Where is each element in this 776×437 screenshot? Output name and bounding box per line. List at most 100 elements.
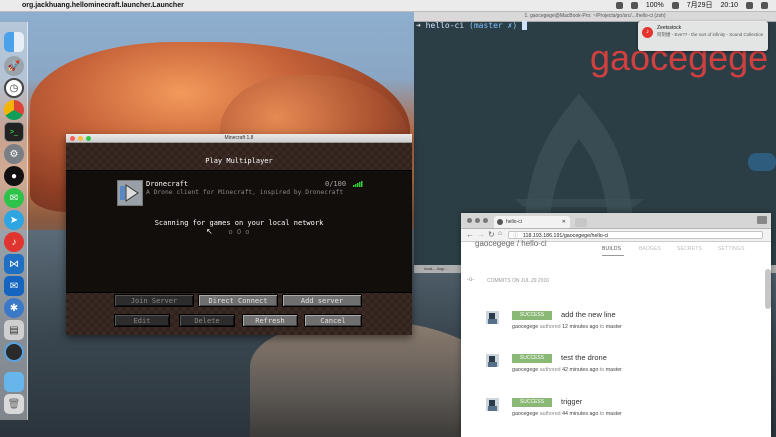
- minimize-window-button[interactable]: [78, 136, 83, 141]
- commit-row[interactable]: SUCCESS trigger gaocegege authored 44 mi…: [486, 397, 746, 428]
- qq-icon[interactable]: ●: [4, 166, 24, 186]
- browser-tab-title: hello-ci: [506, 219, 522, 225]
- server-play-icon[interactable]: [117, 180, 143, 206]
- terminal-icon[interactable]: >_: [4, 122, 24, 142]
- commit-graph-icon: -o-: [467, 277, 475, 283]
- close-window-button[interactable]: [70, 136, 75, 141]
- join-server-button[interactable]: Join Server: [114, 294, 194, 307]
- minimize-window-button[interactable]: [475, 218, 480, 223]
- commit-authored: authored: [539, 367, 561, 373]
- commit-to: to: [599, 367, 605, 373]
- active-tab-indicator: [602, 255, 624, 256]
- wifi-icon[interactable]: [615, 2, 623, 9]
- telegram-icon[interactable]: ➤: [4, 210, 24, 230]
- commit-authored: authored: [539, 324, 561, 330]
- delete-button[interactable]: Delete: [179, 314, 235, 327]
- commit-message[interactable]: trigger: [561, 397, 582, 406]
- volume-icon[interactable]: [630, 2, 638, 9]
- finder-icon[interactable]: [4, 32, 24, 52]
- close-window-button[interactable]: [467, 218, 472, 223]
- profile-icon[interactable]: [757, 216, 767, 224]
- trash-icon[interactable]: 🗑: [4, 394, 24, 414]
- zoom-window-button[interactable]: [86, 136, 91, 141]
- commit-author: gaocegege: [512, 367, 539, 373]
- commit-time: 12 minutes ago: [562, 324, 599, 330]
- edit-button[interactable]: Edit: [114, 314, 170, 327]
- commit-message[interactable]: test the drone: [561, 353, 607, 362]
- zoom-window-button[interactable]: [483, 218, 488, 223]
- terminal-cursor: _: [522, 21, 527, 30]
- commit-to: to: [599, 324, 605, 330]
- browser-tab-active[interactable]: hello-ci ✕: [494, 216, 570, 228]
- system-preferences-icon[interactable]: ⚙: [4, 144, 24, 164]
- vscode-icon[interactable]: ⋈: [4, 254, 24, 274]
- chrome-icon[interactable]: [4, 100, 24, 120]
- commit-branch: master: [605, 411, 622, 417]
- close-tab-icon[interactable]: ✕: [562, 216, 566, 228]
- commit-author: gaocegege: [512, 411, 539, 417]
- direct-connect-button[interactable]: Direct Connect: [198, 294, 278, 307]
- minecraft-screen: Play Multiplayer Dronecraft A Drone clie…: [66, 143, 412, 335]
- tab-secrets[interactable]: SECRETS: [677, 246, 702, 252]
- repo-title[interactable]: gaocegege / hello-ci: [475, 239, 547, 248]
- tab-builds[interactable]: BUILDS: [602, 246, 621, 252]
- commit-meta: gaocegege authored 44 minutes ago to mas…: [512, 411, 622, 417]
- server-description: A Drone client for Minecraft, inspired b…: [146, 189, 344, 196]
- notification-banner[interactable]: ♪ Zeetsstock 阿刻捷 - Eve?? - the sort of i…: [638, 21, 768, 51]
- terminal-decoration: [748, 153, 776, 171]
- server-name[interactable]: Dronecraft: [146, 180, 188, 188]
- page-scrollbar[interactable]: [765, 269, 771, 309]
- minecraft-titlebar[interactable]: Minecraft 1.8: [66, 134, 412, 143]
- reload-icon[interactable]: ↻: [488, 230, 495, 239]
- signal-strength-icon: [353, 181, 363, 187]
- address-bar[interactable]: ⓘ 118.193.186.191/gaocegege/hello-ci: [508, 231, 763, 239]
- notification-title: Zeetsstock: [657, 25, 682, 31]
- menu-time[interactable]: 20:10: [720, 0, 738, 11]
- search-icon[interactable]: [746, 2, 753, 9]
- commit-row[interactable]: SUCCESS add the new line gaocegege autho…: [486, 310, 746, 341]
- notification-center-icon[interactable]: [761, 2, 768, 9]
- minecraft-window[interactable]: Minecraft 1.8 Play Multiplayer Dronecraf…: [66, 134, 412, 335]
- printer-icon[interactable]: ▤: [4, 320, 24, 340]
- tab-settings[interactable]: SETTINGS: [718, 246, 745, 252]
- terminal-title: 1. gaocegege@MacBook-Pro: ~/Projects/go/…: [524, 13, 666, 19]
- back-icon[interactable]: ←: [466, 230, 474, 239]
- dock: 🚀 ◷ >_ ⚙ ● ✉ ➤ ♪ ⋈ ✉ ✱ ▤ 🗑: [0, 22, 28, 420]
- wechat-icon[interactable]: ✉: [4, 188, 24, 208]
- menu-date[interactable]: 7月29日: [687, 0, 713, 11]
- launchpad-icon[interactable]: 🚀: [4, 56, 24, 76]
- tab-badges[interactable]: BADGES: [639, 246, 661, 252]
- notification-body: 阿刻捷 - Eve?? - the sort of infinity - Sou…: [657, 32, 764, 37]
- commit-to: to: [599, 411, 605, 417]
- refresh-button[interactable]: Refresh: [242, 314, 298, 327]
- outlook-icon[interactable]: ✉: [4, 276, 24, 296]
- commit-row[interactable]: SUCCESS test the drone gaocegege authore…: [486, 353, 746, 384]
- forward-icon[interactable]: →: [477, 230, 485, 239]
- commit-authored: authored: [539, 411, 561, 417]
- commit-message[interactable]: add the new line: [561, 310, 616, 319]
- menu-app-name[interactable]: org.jackhuang.hellominecraft.launcher.La…: [22, 0, 184, 11]
- add-server-button[interactable]: Add server: [282, 294, 362, 307]
- netease-music-icon[interactable]: ♪: [4, 232, 24, 252]
- quicktime-icon[interactable]: [4, 342, 24, 362]
- multiplayer-heading: Play Multiplayer: [205, 157, 273, 165]
- browser-window[interactable]: hello-ci ✕ ← → ↻ ⌂ ⓘ 118.193.186.191/gao…: [461, 213, 771, 437]
- terminal-prompt[interactable]: ➜ hello-ci (master ✗) _: [416, 21, 527, 30]
- battery-icon[interactable]: [671, 2, 679, 9]
- play-arrow-icon: [120, 184, 139, 202]
- avatar: [486, 398, 499, 411]
- xcode-icon[interactable]: ✱: [4, 298, 24, 318]
- notification-app-icon: ♪: [642, 27, 653, 38]
- scanning-message: Scanning for games on your local network: [154, 219, 324, 227]
- commits-date-header: COMMITS ON JUL 29 2016: [487, 278, 550, 284]
- clock-icon[interactable]: ◷: [4, 78, 24, 98]
- minecraft-window-title: Minecraft 1.8: [224, 135, 254, 141]
- home-icon[interactable]: ⌂: [498, 230, 502, 237]
- folder-icon[interactable]: [4, 372, 24, 392]
- status-badge: SUCCESS: [512, 398, 552, 407]
- cancel-button[interactable]: Cancel: [304, 314, 362, 327]
- new-tab-button[interactable]: [575, 218, 587, 227]
- battery-percent[interactable]: 100%: [646, 0, 664, 11]
- server-list[interactable]: Dronecraft A Drone client for Minecraft,…: [66, 170, 412, 293]
- favicon-icon: [497, 219, 503, 225]
